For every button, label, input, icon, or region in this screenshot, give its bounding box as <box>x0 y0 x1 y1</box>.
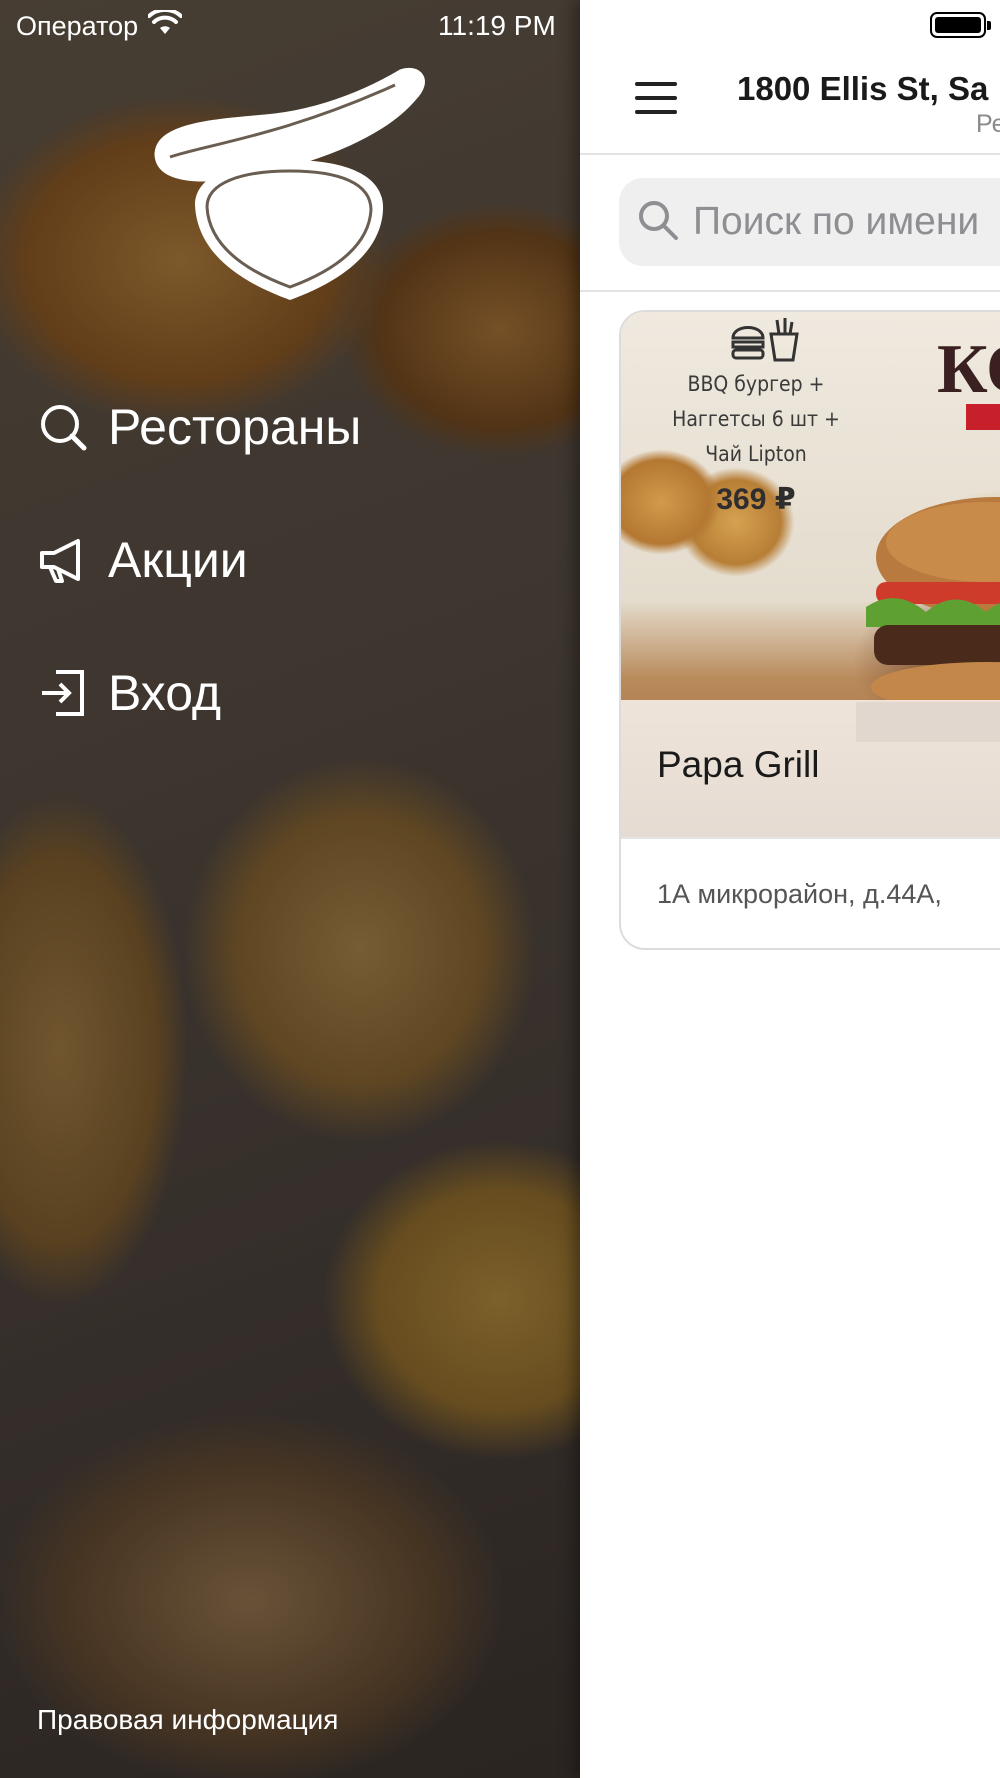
status-carrier-group: Оператор <box>16 7 184 43</box>
menu-item-restaurants[interactable]: Рестораны <box>36 360 361 493</box>
burger-fries-icon <box>729 316 801 362</box>
carrier-name: Оператор <box>16 11 139 41</box>
drawer-menu: Рестораны Акции Вход <box>36 360 361 759</box>
papa-grill-logo <box>145 65 435 310</box>
delivery-address-title[interactable]: 1800 Ellis St, Sa <box>737 70 988 108</box>
promo-banner-text: КО <box>937 331 1000 408</box>
promo-line: BBQ бургер + <box>687 372 825 396</box>
wifi-icon <box>147 7 184 43</box>
megaphone-icon <box>36 533 90 587</box>
search-icon <box>637 199 679 246</box>
search-input[interactable]: Поиск по имени <box>619 178 1000 266</box>
main-panel: 1800 Ellis St, Sa Ре Поиск по имени BBQ … <box>580 0 1000 1778</box>
menu-label-login: Вход <box>108 664 222 721</box>
promo-red-ribbon <box>966 404 1000 430</box>
search-icon <box>36 400 90 454</box>
promo-price: 369 ₽ <box>716 483 796 516</box>
menu-item-login[interactable]: Вход <box>36 626 361 759</box>
menu-icon[interactable] <box>635 82 677 114</box>
restaurant-name: Papa Grill <box>657 744 820 785</box>
search-placeholder: Поиск по имени <box>693 200 980 243</box>
legal-info-link[interactable]: Правовая информация <box>37 1704 338 1736</box>
menu-label-restaurants: Рестораны <box>108 398 362 455</box>
status-time: 11:19 PM <box>438 10 556 41</box>
menu-label-promotions: Акции <box>108 531 248 588</box>
delivery-address-subtitle: Ре <box>976 110 1000 138</box>
card-divider <box>621 837 1000 839</box>
battery-icon <box>930 12 991 38</box>
menu-item-promotions[interactable]: Акции <box>36 493 361 626</box>
promo-line: Наггетсы 6 шт + <box>672 407 840 431</box>
promo-text: BBQ бургер + Наггетсы 6 шт + Чай Lipton <box>671 367 841 472</box>
header-divider <box>580 153 1000 155</box>
side-drawer: Оператор 11:19 PM Рестораны Акции Вход П… <box>0 0 580 1778</box>
promo-line: Чай Lipton <box>705 442 807 466</box>
login-icon <box>36 666 90 720</box>
restaurant-card[interactable]: BBQ бургер + Наггетсы 6 шт + Чай Lipton … <box>619 310 1000 950</box>
restaurant-address: 1А микрорайон, д.44А, <box>657 879 942 909</box>
search-divider <box>580 290 1000 292</box>
